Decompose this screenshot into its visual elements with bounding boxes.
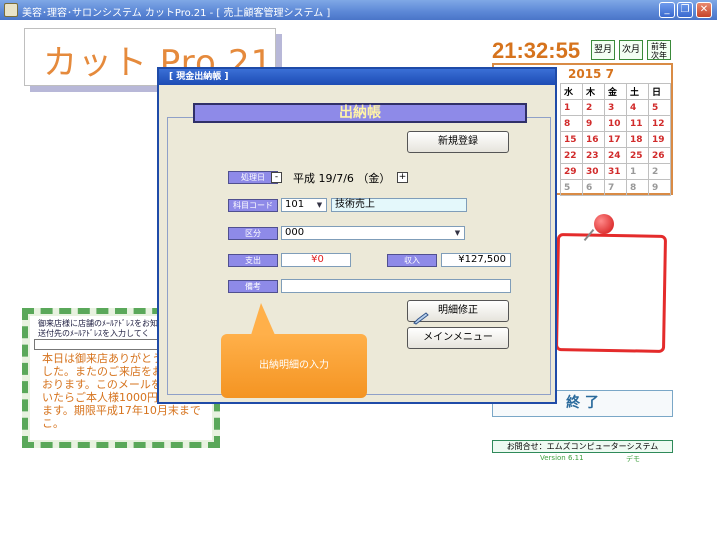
account-code-label: 科目コード [228,199,278,212]
next-month-button[interactable]: 翌月 [591,40,615,60]
calendar-day[interactable]: 26 [648,147,671,164]
date-plus-button[interactable]: + [397,172,408,183]
calendar-day[interactable]: 1 [626,163,649,180]
weekday-label: 土 [626,83,649,100]
calendar-day[interactable]: 11 [626,115,649,132]
cashbook-banner: 出納帳 [193,103,527,123]
pen-icon [413,312,429,325]
year-nav-button[interactable]: 前年 次年 [647,40,671,60]
weekday-label: 日 [648,83,671,100]
memo-label: 備考 [228,280,278,293]
minimize-button[interactable]: _ [659,2,675,18]
calendar-day[interactable]: 17 [604,131,627,148]
tooltip-tail [251,303,275,335]
window-title: 美容･理容･サロンシステム カットPro.21 - [ 売上顧客管理システム ] [22,8,331,19]
calendar-day[interactable]: 24 [604,147,627,164]
calendar-day[interactable]: 1 [560,99,583,116]
date-minus-button[interactable]: - [271,172,282,183]
calendar-day[interactable]: 5 [648,99,671,116]
restore-button[interactable]: ❐ [677,2,693,18]
ticket-header-line2: 送付先のﾒｰﾙｱﾄﾞﾚｽを入力してく [38,329,150,338]
chevron-down-icon: ▼ [316,201,323,209]
memo-field[interactable] [281,279,511,293]
window-title-bar: 美容･理容･サロンシステム カットPro.21 - [ 売上顧客管理システム ]… [0,0,717,20]
calendar-header: 2015 7 [568,67,614,81]
calendar-day[interactable]: 12 [648,115,671,132]
cashbook-dialog: [ 現金出納帳 ] 出納帳 新規登録 処理日 - 平成 19/7/6 （金） +… [157,67,557,404]
calendar-day[interactable]: 5 [560,179,583,196]
calendar-day[interactable]: 9 [648,179,671,196]
expense-label: 支出 [228,254,278,267]
weekday-label: 水 [560,83,583,100]
weekday-label: 金 [604,83,627,100]
clock: 21:32:55 [492,38,581,63]
calendar-day[interactable]: 10 [604,115,627,132]
calendar-day[interactable]: 31 [604,163,627,180]
calendar-grid: 水 木 金 土 日 1 2 3 4 5 8 9 10 11 12 15 16 1… [560,83,671,196]
dialog-title: [ 現金出納帳 ] [159,69,555,85]
version-label: Version 6.11 [540,454,584,462]
demo-label: デモ [626,455,640,463]
calendar-day[interactable]: 25 [626,147,649,164]
calendar-day[interactable]: 19 [648,131,671,148]
prev-year-label: 前年 [651,42,667,51]
new-entry-button[interactable]: 新規登録 [407,131,509,153]
category-value: 000 [285,227,305,238]
calendar-day[interactable]: 8 [626,179,649,196]
account-name-field[interactable]: 技術売上 [331,198,467,212]
calendar-day[interactable]: 3 [604,99,627,116]
contact-info: お問合せ：エムズコンピューターシステム [492,440,673,453]
memo-note[interactable] [554,233,668,353]
calendar-day[interactable]: 16 [582,131,605,148]
edit-detail-label: 明細修正 [438,305,478,316]
app-icon [4,3,18,17]
chevron-down-icon: ▼ [454,229,461,237]
weekday-label: 木 [582,83,605,100]
calendar-day[interactable]: 29 [560,163,583,180]
date-value: 平成 19/7/6 （金） [293,172,391,185]
income-label: 収入 [387,254,437,267]
next-year-label: 次年 [651,51,667,60]
calendar-day[interactable]: 6 [582,179,605,196]
account-code-select[interactable]: 101 ▼ [281,198,327,212]
main-menu-button[interactable]: メインメニュー [407,327,509,349]
calendar-day[interactable]: 15 [560,131,583,148]
expense-field[interactable]: ¥0 [281,253,351,267]
calendar-day[interactable]: 2 [582,99,605,116]
calendar-day[interactable]: 4 [626,99,649,116]
input-tooltip: 出納明細の入力 [221,334,367,398]
pushpin-icon [594,214,614,234]
category-select[interactable]: 000 ▼ [281,226,465,240]
calendar-day[interactable]: 18 [626,131,649,148]
account-code-value: 101 [285,199,305,210]
calendar-day[interactable]: 7 [604,179,627,196]
calendar-day[interactable]: 30 [582,163,605,180]
calendar-day[interactable]: 9 [582,115,605,132]
prev-month-button[interactable]: 次月 [619,40,643,60]
calendar-day[interactable]: 2 [648,163,671,180]
income-field[interactable]: ¥127,500 [441,253,511,267]
close-button[interactable]: ✕ [696,2,712,18]
calendar-day[interactable]: 23 [582,147,605,164]
calendar-day[interactable]: 8 [560,115,583,132]
calendar-day[interactable]: 22 [560,147,583,164]
category-label: 区分 [228,227,278,240]
